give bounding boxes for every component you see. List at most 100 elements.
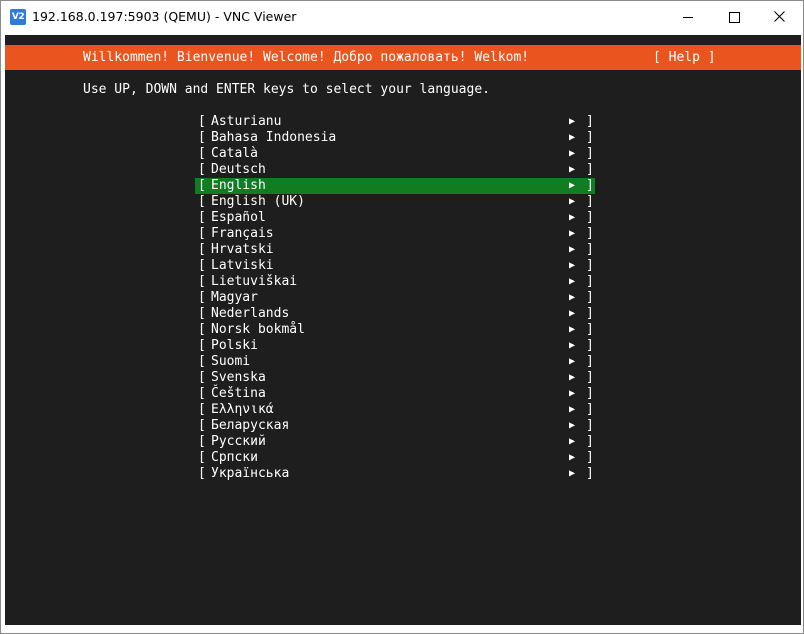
- language-item[interactable]: [Русский ▶]: [195, 434, 595, 450]
- language-item-selected[interactable]: [English ▶]: [195, 178, 595, 194]
- arrow-right-icon: ▶: [569, 372, 576, 383]
- item-right-bracket: ]: [586, 242, 594, 257]
- item-right-bracket: ]: [586, 130, 594, 145]
- language-item[interactable]: [Català ▶]: [195, 146, 595, 162]
- vnc-viewer-icon: V2: [10, 9, 26, 25]
- language-label: English: [211, 178, 266, 193]
- welcome-text: Willkommen! Bienvenue! Welcome! Добро по…: [83, 50, 530, 65]
- language-item[interactable]: [Latviski ▶]: [195, 258, 595, 274]
- language-label: Español: [211, 210, 266, 225]
- item-right-bracket: ]: [586, 402, 594, 417]
- item-left-bracket: [: [198, 258, 206, 273]
- maximize-button[interactable]: [711, 1, 757, 33]
- minimize-button[interactable]: [665, 1, 711, 33]
- language-item[interactable]: [Bahasa Indonesia ▶]: [195, 130, 595, 146]
- item-left-bracket: [: [198, 354, 206, 369]
- item-right-bracket: ]: [586, 354, 594, 369]
- item-left-bracket: [: [198, 194, 206, 209]
- item-left-bracket: [: [198, 290, 206, 305]
- arrow-right-icon: ▶: [569, 356, 576, 367]
- arrow-right-icon: ▶: [569, 324, 576, 335]
- item-left-bracket: [: [198, 178, 206, 193]
- language-item[interactable]: [Українська ▶]: [195, 466, 595, 482]
- language-label: English (UK): [211, 194, 305, 209]
- arrow-right-icon: ▶: [569, 196, 576, 207]
- item-right-bracket: ]: [586, 338, 594, 353]
- language-label: Latviski: [211, 258, 274, 273]
- help-button[interactable]: [ Help ]: [653, 49, 716, 66]
- item-left-bracket: [: [198, 130, 206, 145]
- language-label: Deutsch: [211, 162, 266, 177]
- language-item[interactable]: [Српски ▶]: [195, 450, 595, 466]
- item-left-bracket: [: [198, 306, 206, 321]
- language-label: Čeština: [211, 386, 266, 401]
- welcome-banner: Willkommen! Bienvenue! Welcome! Добро по…: [5, 45, 801, 70]
- language-label: Bahasa Indonesia: [211, 130, 337, 145]
- item-right-bracket: ]: [586, 466, 594, 481]
- arrow-right-icon: ▶: [569, 228, 576, 239]
- language-item[interactable]: [ Polski ▶]: [195, 338, 595, 354]
- language-item[interactable]: [Lietuviškai ▶]: [195, 274, 595, 290]
- language-item[interactable]: [Français ▶]: [195, 226, 595, 242]
- item-right-bracket: ]: [586, 418, 594, 433]
- item-right-bracket: ]: [586, 322, 594, 337]
- language-item[interactable]: [Hrvatski ▶]: [195, 242, 595, 258]
- arrow-right-icon: ▶: [569, 388, 576, 399]
- item-left-bracket: [: [198, 226, 206, 241]
- language-item[interactable]: [ Беларуская ▶]: [195, 418, 595, 434]
- language-item[interactable]: [ Norsk bokmål ▶]: [195, 322, 595, 338]
- language-item[interactable]: [Deutsch ▶]: [195, 162, 595, 178]
- item-right-bracket: ]: [586, 146, 594, 161]
- language-item[interactable]: [Svenska ▶]: [195, 370, 595, 386]
- language-label: Беларуская: [211, 418, 290, 433]
- arrow-right-icon: ▶: [569, 436, 576, 447]
- item-right-bracket: ]: [586, 450, 594, 465]
- item-right-bracket: ]: [586, 274, 594, 289]
- language-label: Suomi: [211, 354, 251, 369]
- item-left-bracket: [: [198, 450, 206, 465]
- arrow-right-icon: ▶: [569, 148, 576, 159]
- language-item[interactable]: [Nederlands ▶]: [195, 306, 595, 322]
- item-right-bracket: ]: [586, 290, 594, 305]
- close-icon: [774, 11, 785, 22]
- item-right-bracket: ]: [586, 210, 594, 225]
- item-left-bracket: [: [198, 466, 206, 481]
- minimize-icon: [683, 17, 693, 18]
- language-item[interactable]: [Asturianu ▶]: [195, 114, 595, 130]
- arrow-right-icon: ▶: [569, 468, 576, 479]
- language-label: Polski: [211, 338, 258, 353]
- arrow-right-icon: ▶: [569, 212, 576, 223]
- language-item[interactable]: [ Suomi ▶]: [195, 354, 595, 370]
- language-item[interactable]: [Čeština ▶]: [195, 386, 595, 402]
- language-label: Norsk bokmål: [211, 322, 305, 337]
- language-label: Magyar: [211, 290, 258, 305]
- instruction-text: Use UP, DOWN and ENTER keys to select yo…: [83, 82, 490, 97]
- language-label: Ελληνικά: [211, 402, 274, 417]
- item-left-bracket: [: [198, 322, 206, 337]
- arrow-right-icon: ▶: [569, 164, 576, 175]
- language-item[interactable]: [ Magyar ▶]: [195, 290, 595, 306]
- item-right-bracket: ]: [586, 194, 594, 209]
- item-right-bracket: ]: [586, 370, 594, 385]
- close-button[interactable]: [757, 1, 803, 33]
- language-label: Asturianu: [211, 114, 282, 129]
- title-bar[interactable]: V2 192.168.0.197:5903 (QEMU) - VNC Viewe…: [1, 1, 803, 33]
- item-left-bracket: [: [198, 338, 206, 353]
- arrow-right-icon: ▶: [569, 116, 576, 127]
- arrow-right-icon: ▶: [569, 340, 576, 351]
- item-left-bracket: [: [198, 418, 206, 433]
- language-item[interactable]: [Ελληνικά ▶]: [195, 402, 595, 418]
- item-left-bracket: [: [198, 370, 206, 385]
- arrow-right-icon: ▶: [569, 292, 576, 303]
- window-bottom-edge: [1, 625, 803, 633]
- item-left-bracket: [: [198, 162, 206, 177]
- arrow-right-icon: ▶: [569, 452, 576, 463]
- language-label: Lietuviškai: [211, 274, 298, 289]
- item-right-bracket: ]: [586, 178, 594, 193]
- remote-screen[interactable]: Willkommen! Bienvenue! Welcome! Добро по…: [5, 35, 801, 625]
- language-item[interactable]: [ English (UK) ▶]: [195, 194, 595, 210]
- arrow-right-icon: ▶: [569, 420, 576, 431]
- arrow-right-icon: ▶: [569, 404, 576, 415]
- language-label: Català: [211, 146, 258, 161]
- language-item[interactable]: [Español ▶]: [195, 210, 595, 226]
